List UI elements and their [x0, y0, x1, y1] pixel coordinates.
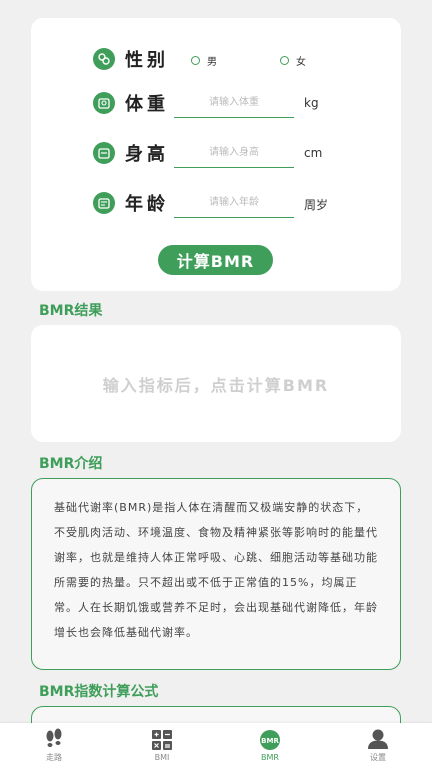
height-row: 身高: [93, 138, 169, 168]
height-input[interactable]: [174, 138, 294, 167]
result-section-title: BMR结果: [39, 303, 103, 319]
ruler-icon: [93, 142, 115, 164]
bmr-icon: BMR: [260, 730, 280, 750]
tab-settings-label: 设置: [370, 753, 386, 762]
formula-section-title: BMR指数计算公式: [39, 684, 159, 700]
calendar-icon: [93, 192, 115, 214]
tab-settings[interactable]: 设置: [324, 723, 432, 768]
bmr-input-card: 性别 男 女 体重 kg 身高 cm 年龄 周岁 计算BMR: [31, 18, 401, 291]
age-label: 年龄: [125, 194, 169, 215]
scale-icon: [93, 92, 115, 114]
gender-male-label: 男: [207, 57, 217, 68]
tab-bmr[interactable]: BMR BMR: [216, 723, 324, 768]
height-field-wrap: [174, 138, 294, 168]
radio-circle-icon: [280, 56, 289, 65]
tab-walk[interactable]: 走路: [0, 723, 108, 768]
weight-row: 体重: [93, 88, 169, 118]
age-input[interactable]: [174, 188, 294, 217]
gender-female-label: 女: [296, 57, 306, 68]
age-unit: 周岁: [304, 198, 329, 212]
tab-walk-label: 走路: [46, 753, 62, 762]
age-field-wrap: [174, 188, 294, 218]
footprints-icon: [46, 728, 62, 747]
calculator-icon: [152, 730, 172, 750]
calculate-bmr-button[interactable]: 计算BMR: [158, 245, 273, 275]
intro-text: 基础代谢率(BMR)是指人体在清醒而又极端安静的状态下，不受肌肉活动、环境温度、…: [54, 501, 378, 639]
weight-unit: kg: [304, 96, 319, 110]
height-label: 身高: [125, 144, 169, 165]
intro-card: 基础代谢率(BMR)是指人体在清醒而又极端安静的状态下，不受肌肉活动、环境温度、…: [31, 478, 401, 670]
weight-label: 体重: [125, 94, 169, 115]
intro-section-title: BMR介绍: [39, 456, 103, 472]
tab-bmi-label: BMI: [154, 753, 170, 762]
radio-circle-icon: [191, 56, 200, 65]
result-card: 输入指标后，点击计算BMR: [31, 325, 401, 442]
height-unit: cm: [304, 146, 323, 160]
tab-bmi[interactable]: BMI: [108, 723, 216, 768]
tab-bmr-label: BMR: [261, 753, 279, 762]
bottom-tab-bar: 走路 BMI BMR BMR 设置: [0, 723, 432, 768]
gender-icon: [93, 48, 115, 70]
gender-female-radio[interactable]: 女: [280, 53, 306, 68]
svg-text:BMR: BMR: [261, 737, 279, 745]
gender-label: 性别: [125, 50, 169, 71]
gender-male-radio[interactable]: 男: [191, 53, 217, 68]
user-icon: [368, 729, 388, 749]
age-row: 年龄: [93, 188, 169, 218]
gender-row: 性别: [93, 44, 169, 74]
weight-field-wrap: [174, 88, 294, 118]
weight-input[interactable]: [174, 88, 294, 117]
result-placeholder: 输入指标后，点击计算BMR: [102, 375, 330, 395]
